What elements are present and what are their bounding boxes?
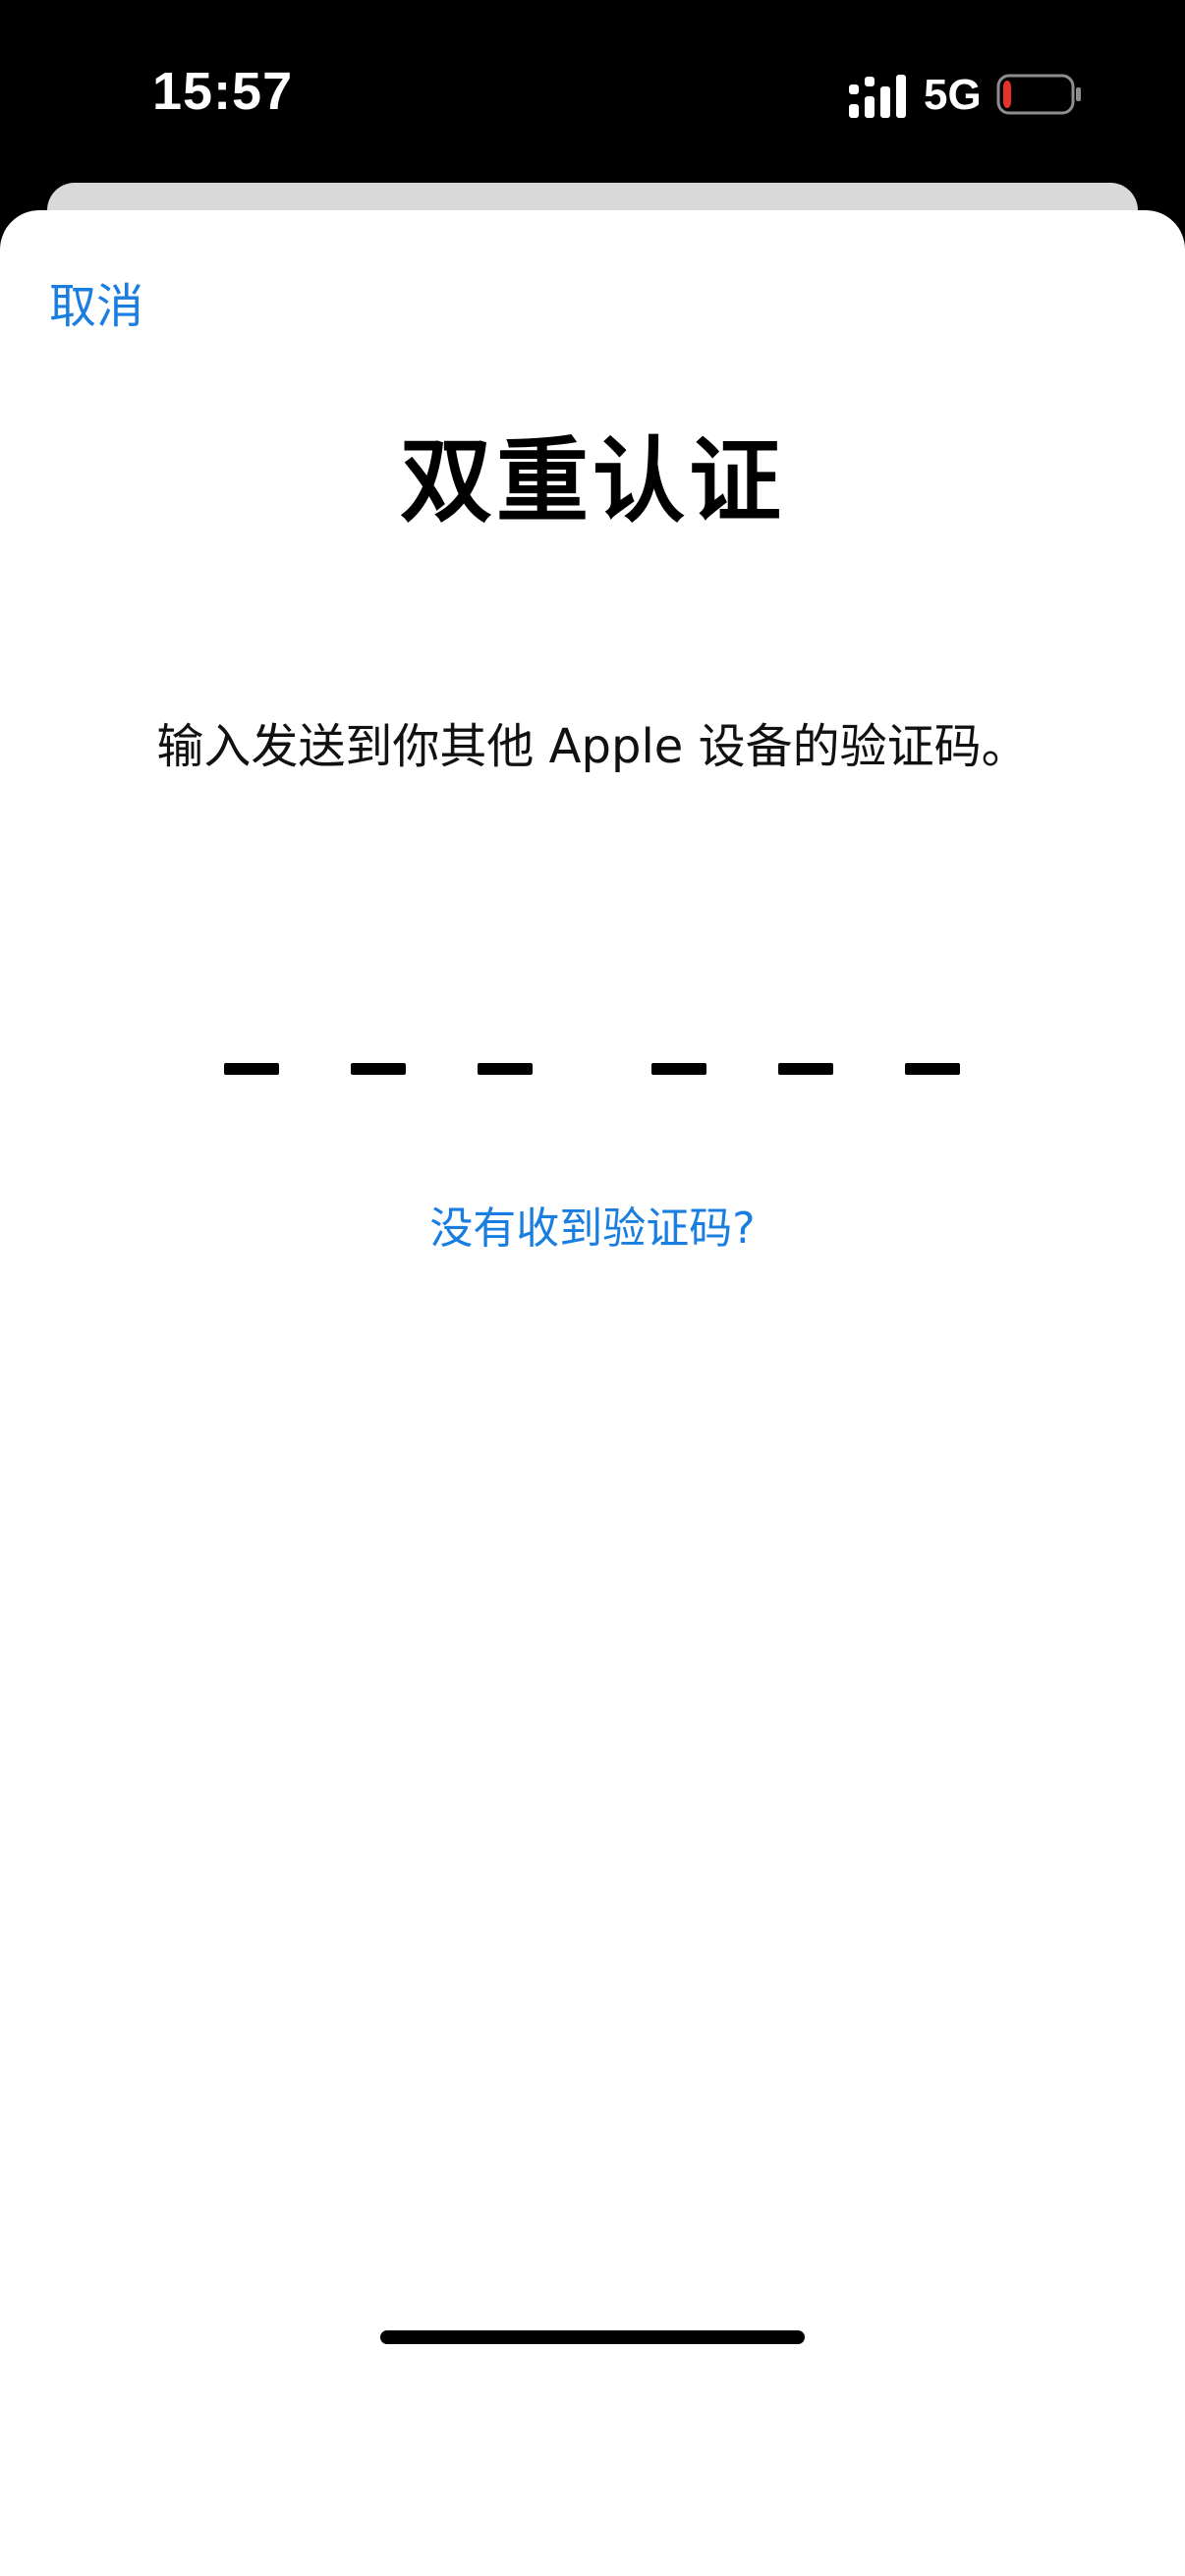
cancel-button[interactable]: 取消 — [49, 267, 143, 336]
code-digit-slot-6[interactable] — [905, 1063, 960, 1075]
code-digit-slot-2[interactable] — [351, 1063, 406, 1075]
cellular-signal-icon — [849, 75, 906, 118]
verification-code-input[interactable] — [0, 1016, 1185, 1114]
code-digit-slot-5[interactable] — [778, 1063, 833, 1075]
code-digit-slot-4[interactable] — [651, 1063, 706, 1075]
code-digit-slot-1[interactable] — [224, 1063, 279, 1075]
home-indicator[interactable] — [380, 2330, 805, 2344]
screen: 15:57 5G 取消 双重认证 输入发送到你其他 Apple 设备的验证码。 — [0, 0, 1185, 2576]
page-title: 双重认证 — [399, 428, 785, 535]
battery-low-icon — [996, 74, 1081, 115]
instruction-text: 输入发送到你其他 Apple 设备的验证码。 — [156, 719, 1029, 774]
two-factor-sheet: 取消 双重认证 输入发送到你其他 Apple 设备的验证码。 没有收到验证码? — [0, 210, 1185, 2576]
network-type: 5G — [924, 71, 982, 119]
status-time: 15:57 — [152, 62, 294, 121]
code-digit-slot-3[interactable] — [478, 1063, 533, 1075]
status-bar: 15:57 5G — [0, 0, 1185, 187]
battery-level-fill — [1003, 81, 1011, 108]
resend-code-link[interactable]: 没有收到验证码? — [0, 1193, 1185, 1256]
